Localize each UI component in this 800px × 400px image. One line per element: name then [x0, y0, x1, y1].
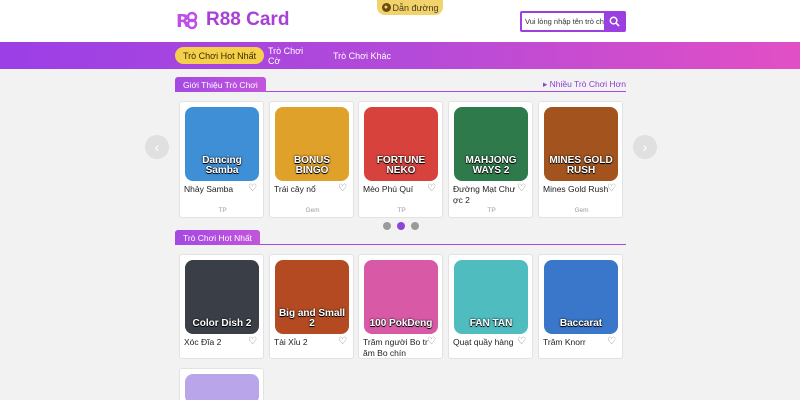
site-logo[interactable]: R R88 Card: [176, 9, 289, 31]
heart-icon[interactable]: ♡: [607, 184, 616, 194]
guide-button[interactable]: ● Dẫn đường: [377, 0, 443, 15]
game-thumbnail: FAN TAN: [454, 260, 528, 334]
logo-mark-icon: R: [176, 11, 198, 30]
logo-text: R88 Card: [206, 9, 290, 30]
game-provider: Gem: [305, 207, 320, 214]
heart-icon[interactable]: ♡: [427, 184, 436, 194]
game-thumbnail: Dancing Samba: [185, 107, 259, 181]
heart-icon[interactable]: ♡: [517, 184, 526, 194]
game-card[interactable]: Baccarat Trâm Knorr ♡: [538, 254, 623, 359]
game-thumbnail: MAHJONG WAYS 2: [454, 107, 528, 181]
game-card[interactable]: MINES GOLD RUSH Mines Gold Rush ♡ Gem: [538, 101, 623, 218]
heart-icon[interactable]: ♡: [517, 337, 526, 347]
game-provider: TP: [218, 207, 227, 214]
nav-hot-games[interactable]: Trò Chơi Hot Nhất: [175, 47, 265, 64]
search-icon: [609, 16, 620, 27]
thumbnail-title: Dancing Samba: [202, 155, 242, 176]
game-provider: TP: [487, 207, 496, 214]
game-name: Quạt quầy hàng: [453, 337, 514, 347]
pagination-dot-active[interactable]: [397, 222, 405, 230]
game-name: Mines Gold Rush: [543, 184, 609, 194]
chevron-left-icon: ‹: [154, 139, 160, 155]
game-card[interactable]: Dancing Samba Nhảy Samba ♡ TP: [179, 101, 264, 218]
game-provider: Gem: [574, 207, 589, 214]
game-card[interactable]: Big and Small 2 Tài Xỉu 2 ♡: [269, 254, 354, 359]
search-box: [520, 11, 626, 32]
game-card[interactable]: FAN TAN Quạt quầy hàng ♡: [448, 254, 533, 359]
carousel-next-button[interactable]: ›: [633, 135, 657, 159]
game-card[interactable]: FORTUNE NEKO Mèo Phú Quí ♡ TP: [358, 101, 443, 218]
game-thumbnail: Big and Small 2: [275, 260, 349, 334]
game-card[interactable]: Color Dish 2 Xóc Đĩa 2 ♡: [179, 254, 264, 359]
game-name: Tài Xỉu 2: [274, 337, 308, 347]
game-thumbnail: 100 PokDeng: [364, 260, 438, 334]
chevron-right-icon: ›: [642, 139, 648, 155]
search-input[interactable]: [522, 13, 604, 30]
thumbnail-title: MINES GOLD RUSH: [549, 155, 613, 176]
guide-label: Dẫn đường: [392, 2, 439, 13]
main-nav: Trò Chơi Hot Nhất Trò Chơi Cờ Trò Chơi K…: [0, 42, 800, 69]
more-games-link[interactable]: ▸ Nhiều Trò Chơi Hơn: [543, 79, 626, 90]
game-name: Trăm người Bo trăm Bo chín: [363, 337, 428, 358]
game-name: Trâm Knorr: [543, 337, 586, 347]
heart-icon[interactable]: ♡: [338, 184, 347, 194]
hot-section-title: Trò Chơi Hot Nhất: [175, 230, 261, 245]
game-provider: TP: [397, 207, 406, 214]
hot-section-header: Trò Chơi Hot Nhất: [175, 230, 626, 245]
thumbnail-title: Big and Small 2: [278, 308, 346, 329]
game-thumbnail: BONUS BINGO: [275, 107, 349, 181]
thumbnail-title: Color Dish 2: [192, 318, 252, 329]
nav-other-games[interactable]: Trò Chơi Khác: [332, 47, 392, 64]
heart-icon[interactable]: ♡: [248, 184, 257, 194]
heart-icon[interactable]: ♡: [427, 337, 436, 347]
thumbnail-title: FORTUNE NEKO: [376, 155, 426, 176]
carousel-pagination: [383, 222, 419, 230]
game-name: Nhảy Samba: [184, 184, 234, 194]
location-pin-icon: ●: [381, 3, 391, 12]
game-card[interactable]: BONUS BINGO Trái cây nổ ♡ Gem: [269, 101, 354, 218]
game-thumbnail: MINES GOLD RUSH: [544, 107, 618, 181]
heart-icon[interactable]: ♡: [338, 337, 347, 347]
top-header: R R88 Card ● Dẫn đường: [0, 0, 800, 42]
game-name: Mèo Phú Quí: [363, 184, 414, 194]
game-card[interactable]: MAHJONG WAYS 2 Đường Mạt Chược 2 ♡ TP: [448, 101, 533, 218]
intro-section-header: Giới Thiệu Trò Chơi ▸ Nhiều Trò Chơi Hơn: [175, 77, 626, 92]
game-name: Xóc Đĩa 2: [184, 337, 222, 347]
game-thumbnail: FORTUNE NEKO: [364, 107, 438, 181]
game-name: Trái cây nổ: [274, 184, 316, 194]
game-thumbnail: Baccarat: [544, 260, 618, 334]
carousel-prev-button[interactable]: ‹: [145, 135, 169, 159]
pagination-dot[interactable]: [411, 222, 419, 230]
intro-section-title: Giới Thiệu Trò Chơi: [175, 77, 266, 92]
thumbnail-title: FAN TAN: [469, 318, 513, 329]
heart-icon[interactable]: ♡: [607, 337, 616, 347]
game-thumbnail: Color Dish 2: [185, 260, 259, 334]
game-card[interactable]: [179, 368, 264, 400]
game-card[interactable]: 100 PokDeng Trăm người Bo trăm Bo chín ♡: [358, 254, 443, 359]
heart-icon[interactable]: ♡: [248, 337, 257, 347]
thumbnail-title: BONUS BINGO: [293, 155, 331, 176]
game-thumbnail: [185, 374, 259, 400]
thumbnail-title: MAHJONG WAYS 2: [465, 155, 517, 176]
search-button[interactable]: [604, 13, 624, 30]
pagination-dot[interactable]: [383, 222, 391, 230]
thumbnail-title: Baccarat: [559, 318, 603, 329]
nav-board-games[interactable]: Trò Chơi Cờ: [268, 46, 316, 66]
thumbnail-title: 100 PokDeng: [369, 318, 433, 329]
game-name: Đường Mạt Chược 2: [453, 184, 516, 205]
